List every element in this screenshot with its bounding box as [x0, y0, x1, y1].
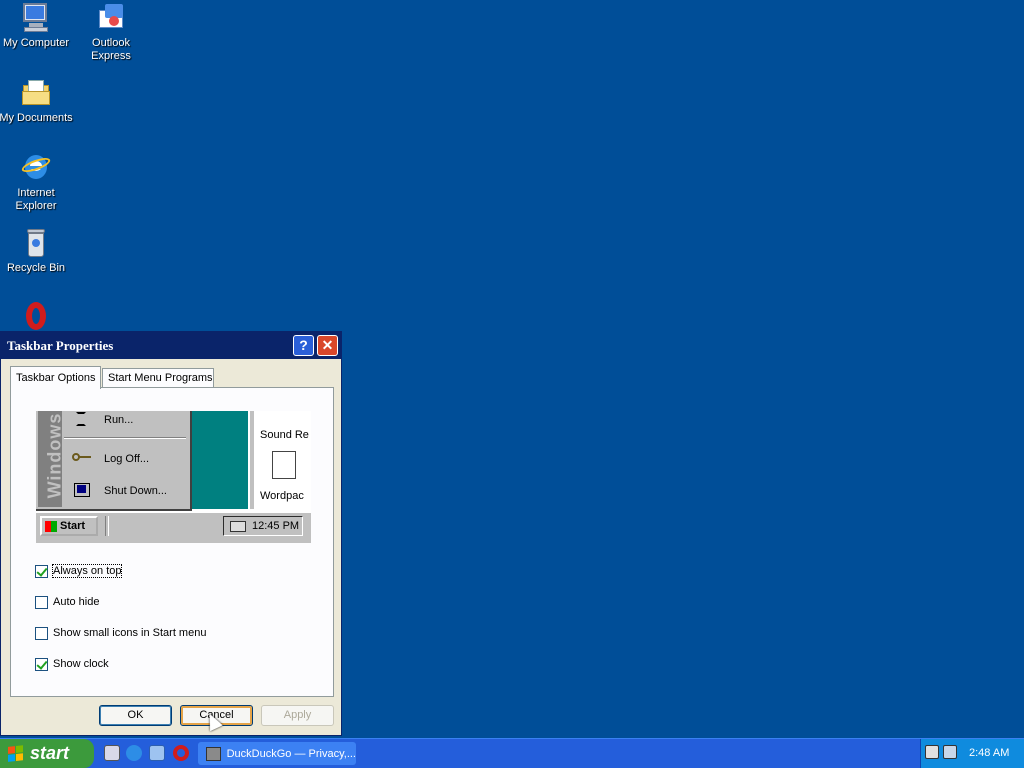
desktop-icon-my-computer[interactable]: My Computer: [0, 2, 74, 50]
preview-menu-stripe: Windows: [38, 411, 65, 507]
preview-menu-separator: [64, 437, 186, 439]
preview-start-menu: Windows Run... Log Off... Shut Down...: [36, 411, 192, 511]
checkbox-show-clock[interactable]: Show clock: [35, 656, 109, 672]
run-icon: [70, 411, 94, 430]
preview-menu-item-shut-down: Shut Down...: [70, 482, 167, 500]
checkbox-auto-hide[interactable]: Auto hide: [35, 594, 99, 610]
start-button[interactable]: start: [0, 739, 94, 768]
computer-icon: [70, 481, 94, 501]
preview-menu-item-run: Run...: [70, 411, 133, 429]
preview-menu-item-log-off: Log Off...: [70, 450, 149, 468]
preview-window: Sound Re Wordpac: [250, 411, 311, 509]
desktop-icon-label: Internet Explorer: [15, 187, 57, 212]
opera-icon: [20, 300, 52, 332]
preview-taskbar-divider: [105, 516, 109, 536]
desktop-icon-label: Recycle Bin: [6, 262, 66, 274]
checkbox-box[interactable]: [35, 657, 48, 671]
taskbar-item-duckduckgo[interactable]: DuckDuckGo — Privacy,...: [198, 742, 356, 765]
preview-window-item: Wordpac: [260, 490, 304, 502]
desktop-icon-label: Outlook Express: [91, 37, 131, 62]
dialog-title: Taskbar Properties: [7, 338, 114, 353]
preview-desktop: [192, 411, 248, 509]
checkbox-box[interactable]: [35, 626, 48, 640]
preview-taskbar: Start 12:45 PM: [36, 511, 311, 543]
preview-sidebar-text: Windows: [44, 412, 65, 499]
taskbar-preview-image: Windows Run... Log Off... Shut Down... S…: [36, 411, 311, 543]
preview-start-button: Start: [40, 516, 98, 536]
tab-start-menu-programs[interactable]: Start Menu Programs: [102, 368, 214, 388]
desktop-icon-recycle-bin[interactable]: Recycle Bin: [0, 227, 74, 275]
checkbox-box[interactable]: [35, 564, 48, 578]
help-button[interactable]: ?: [293, 335, 314, 356]
preview-tray: 12:45 PM: [223, 516, 303, 536]
ok-button[interactable]: OK: [99, 705, 172, 726]
printer-icon: [230, 520, 246, 532]
checkbox-always-on-top[interactable]: Always on top: [35, 563, 123, 579]
tray-volume-icon[interactable]: [943, 745, 957, 759]
tab-taskbar-options[interactable]: Taskbar Options: [10, 366, 101, 389]
show-desktop-icon[interactable]: [104, 745, 120, 761]
close-button[interactable]: ✕: [317, 335, 338, 356]
wordpad-icon: [272, 451, 296, 479]
apply-button[interactable]: Apply: [261, 705, 334, 726]
my-computer-icon: [20, 2, 52, 34]
taskbar-properties-dialog: Taskbar Properties ? ✕ Taskbar Options S…: [0, 331, 342, 736]
taskbar: start DuckDuckGo — Privacy,... 2:48 AM: [0, 738, 1024, 768]
windows-flag-icon: [8, 744, 24, 763]
close-icon: ✕: [321, 337, 334, 353]
windows-logo-icon: [45, 520, 57, 532]
browser-window-icon: [206, 746, 221, 761]
my-documents-icon: [20, 77, 52, 109]
internet-explorer-icon: [20, 152, 52, 184]
desktop-icon-internet-explorer[interactable]: Internet Explorer: [0, 152, 74, 213]
checkbox-show-small-icons[interactable]: Show small icons in Start menu: [35, 625, 206, 641]
desktop-icon-outlook-express[interactable]: Outlook Express: [73, 2, 149, 63]
system-tray: 2:48 AM: [920, 739, 1024, 768]
desktop-icon-opera[interactable]: [0, 300, 74, 335]
tray-clock[interactable]: 2:48 AM: [969, 747, 1009, 759]
help-icon: ?: [299, 337, 308, 353]
tray-network-icon[interactable]: [925, 745, 939, 759]
desktop-icon-label: My Documents: [0, 112, 73, 124]
desktop-icon-label: My Computer: [2, 37, 70, 49]
taskbar-item-label: DuckDuckGo — Privacy,...: [226, 747, 356, 760]
preview-window-item: Sound Re: [260, 429, 309, 441]
internet-explorer-icon[interactable]: [126, 745, 142, 761]
checkbox-box[interactable]: [35, 595, 48, 609]
opera-icon[interactable]: [173, 745, 189, 761]
key-icon: [70, 449, 94, 469]
start-label: start: [30, 743, 70, 763]
tab-panel: Windows Run... Log Off... Shut Down... S…: [10, 387, 334, 697]
outlook-express-icon[interactable]: [149, 745, 165, 761]
recycle-bin-icon: [20, 227, 52, 259]
outlook-express-icon: [95, 2, 127, 34]
dialog-titlebar[interactable]: Taskbar Properties ? ✕: [1, 332, 341, 359]
desktop-icon-my-documents[interactable]: My Documents: [0, 77, 74, 125]
